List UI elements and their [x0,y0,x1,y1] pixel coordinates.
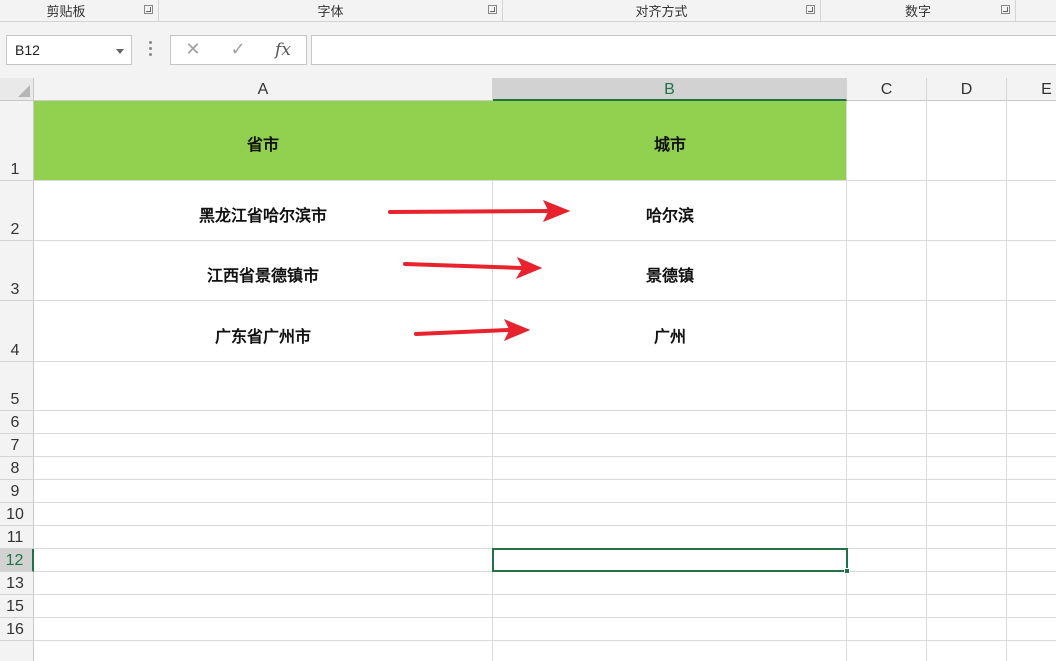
arrow-shaft [403,262,524,270]
dialog-launcher-icon[interactable] [488,5,497,14]
ribbon-group-label: 剪贴板 [46,5,86,20]
spreadsheet-grid[interactable]: A B C D E 1 2 3 4 5 6 7 8 9 10 11 12 13 … [0,78,1056,661]
ribbon-group-clipboard: 剪贴板 [0,0,159,21]
annotation-arrows [388,200,571,341]
active-cell-b12[interactable] [492,548,850,574]
dialog-launcher-icon[interactable] [144,5,153,14]
ribbon-group-number: 数字 [821,0,1016,21]
ribbon-group-label: 数字 [904,5,931,20]
formula-input[interactable] [311,35,1056,65]
dialog-launcher-icon[interactable] [1001,5,1010,14]
ribbon-group-font: 字体 [159,0,503,21]
chevron-down-icon[interactable] [116,49,124,54]
name-box[interactable]: B12 [6,35,132,65]
name-box-value: B12 [15,42,40,58]
ribbon-group-bar: 剪贴板 字体 对齐方式 数字 [0,0,1056,22]
drag-handle-icon[interactable] [149,41,152,57]
arrow-shaft [414,328,510,336]
dialog-launcher-icon[interactable] [806,5,815,14]
ribbon-group-alignment: 对齐方式 [503,0,821,21]
ribbon-group-label: 对齐方式 [635,5,688,20]
ribbon-group-label: 字体 [317,5,344,20]
cancel-icon[interactable]: ✕ [181,39,205,61]
formula-bar: B12 ✕ ✓ fx [0,22,1056,78]
fill-handle[interactable] [844,568,850,574]
arrow-shaft [388,209,550,214]
formula-buttons: ✕ ✓ fx [170,35,307,65]
insert-function-icon[interactable]: fx [271,39,295,61]
enter-icon[interactable]: ✓ [226,39,250,61]
